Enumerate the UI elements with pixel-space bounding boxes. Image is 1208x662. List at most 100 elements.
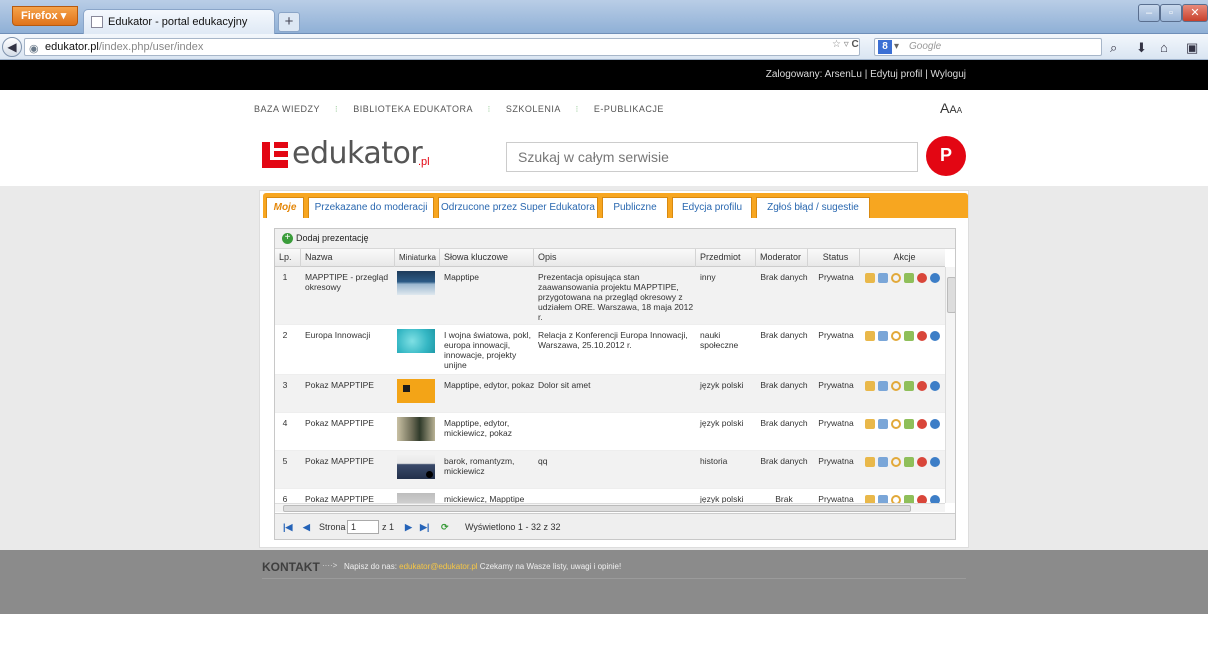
nav-szkolenia[interactable]: SZKOLENIA xyxy=(506,104,561,114)
info-icon[interactable] xyxy=(930,419,940,429)
close-window-button[interactable]: ✕ xyxy=(1182,4,1208,22)
site-search-input[interactable]: Szukaj w całym serwisie xyxy=(506,142,918,172)
col-status[interactable]: Status xyxy=(808,249,860,267)
edit-icon[interactable] xyxy=(904,495,914,503)
col-moderator[interactable]: Moderator xyxy=(756,249,808,267)
preview-icon[interactable] xyxy=(865,381,875,391)
edit-profile-link[interactable]: Edytuj profil xyxy=(870,69,922,80)
col-opis[interactable]: Opis xyxy=(534,249,696,267)
tab-publiczne[interactable]: Publiczne xyxy=(602,197,668,218)
thumbnail-image[interactable] xyxy=(397,329,435,353)
engine-dropdown-icon[interactable]: ▾ xyxy=(894,39,899,55)
edit-icon[interactable] xyxy=(904,457,914,467)
delete-icon[interactable] xyxy=(917,419,927,429)
info-icon[interactable] xyxy=(930,495,940,503)
nav-baza-wiedzy[interactable]: BAZA WIEDZY xyxy=(254,104,320,114)
search-icon[interactable] xyxy=(891,273,901,283)
preview-icon[interactable] xyxy=(865,495,875,503)
url-bar[interactable]: ◉ edukator.pl/index.php/user/index xyxy=(24,38,860,56)
export-icon[interactable] xyxy=(878,331,888,341)
browser-search-bar[interactable]: 8 ▾ Google xyxy=(874,38,1102,56)
thumbnail-image[interactable] xyxy=(397,379,435,403)
thumbnail-image[interactable] xyxy=(397,271,435,295)
add-icon[interactable]: + xyxy=(282,233,293,244)
tab-odrzucone[interactable]: Odrzucone przez Super Edukatora xyxy=(438,197,598,218)
export-icon[interactable] xyxy=(878,457,888,467)
horizontal-scrollbar[interactable] xyxy=(275,503,945,512)
delete-icon[interactable] xyxy=(917,381,927,391)
table-row[interactable]: 3 Pokaz MAPPTIPE Mapptipe, edytor, pokaz Do… xyxy=(275,375,945,413)
delete-icon[interactable] xyxy=(917,331,927,341)
prev-page-icon[interactable]: ◀ xyxy=(303,522,310,533)
info-icon[interactable] xyxy=(930,457,940,467)
downloads-icon[interactable]: ⬇ xyxy=(1136,40,1147,56)
first-page-icon[interactable]: |◀ xyxy=(283,522,292,533)
col-nazwa[interactable]: Nazwa xyxy=(301,249,395,267)
tab-zglos-blad[interactable]: Zgłoś błąd / sugestie xyxy=(756,197,870,218)
font-size-large[interactable]: A xyxy=(940,100,949,116)
browser-tab[interactable]: Edukator - portal edukacyjny xyxy=(83,9,275,34)
minimize-button[interactable]: – xyxy=(1138,4,1160,22)
preview-icon[interactable] xyxy=(865,419,875,429)
delete-icon[interactable] xyxy=(917,457,927,467)
font-size-small[interactable]: A xyxy=(957,106,962,115)
footer-email-link[interactable]: edukator@edukator.pl xyxy=(399,562,477,571)
bookmark-star-icon[interactable]: ☆ ▿ C xyxy=(832,39,859,50)
delete-icon[interactable] xyxy=(917,273,927,283)
export-icon[interactable] xyxy=(878,495,888,503)
search-icon[interactable] xyxy=(891,457,901,467)
edit-icon[interactable] xyxy=(904,419,914,429)
vertical-scrollbar[interactable] xyxy=(945,267,955,503)
tab-przekazane[interactable]: Przekazane do moderacji xyxy=(308,197,434,218)
search-icon[interactable] xyxy=(891,495,901,503)
addon-icon[interactable]: ▣ xyxy=(1186,40,1198,56)
table-row[interactable]: 1 MAPPTIPE - przegląd okresowy Mapptipe Pre… xyxy=(275,267,945,325)
col-slowa-kluczowe[interactable]: Słowa kluczowe xyxy=(440,249,534,267)
next-page-icon[interactable]: ▶ xyxy=(405,522,412,533)
last-page-icon[interactable]: ▶| xyxy=(420,522,429,533)
preview-icon[interactable] xyxy=(865,331,875,341)
preview-icon[interactable] xyxy=(865,457,875,467)
tab-edycja-profilu[interactable]: Edycja profilu xyxy=(672,197,752,218)
info-icon[interactable] xyxy=(930,273,940,283)
site-search-button[interactable]: P xyxy=(926,136,966,176)
export-icon[interactable] xyxy=(878,273,888,283)
info-icon[interactable] xyxy=(930,381,940,391)
export-icon[interactable] xyxy=(878,381,888,391)
page-number-input[interactable]: 1 xyxy=(347,520,379,534)
thumbnail-image[interactable] xyxy=(397,455,435,479)
firefox-menu-button[interactable]: Firefox ▾ xyxy=(12,6,78,26)
edit-icon[interactable] xyxy=(904,331,914,341)
back-button[interactable]: ◀ xyxy=(2,37,22,57)
thumbnail-image[interactable] xyxy=(397,417,435,441)
vertical-scroll-thumb[interactable] xyxy=(947,277,955,313)
table-row[interactable]: 2 Europa Innowacji I wojna światowa, pokl,… xyxy=(275,325,945,375)
font-size-medium[interactable]: A xyxy=(949,104,956,116)
table-row[interactable]: 5 Pokaz MAPPTIPE barok, romantyzm, mickiew… xyxy=(275,451,945,489)
horizontal-scroll-thumb[interactable] xyxy=(283,505,911,512)
home-icon[interactable]: ⌂ xyxy=(1160,40,1168,55)
export-icon[interactable] xyxy=(878,419,888,429)
nav-e-publikacje[interactable]: E-PUBLIKACJE xyxy=(594,104,664,114)
edit-icon[interactable] xyxy=(904,381,914,391)
refresh-icon[interactable]: ⟳ xyxy=(441,522,449,533)
col-miniaturka[interactable]: Miniaturka xyxy=(395,249,440,267)
new-tab-button[interactable]: + xyxy=(278,12,300,32)
maximize-button[interactable]: ▫ xyxy=(1160,4,1182,22)
table-row[interactable]: 6 Pokaz MAPPTIPE mickiewicz, Mapptipe język… xyxy=(275,489,945,503)
edit-icon[interactable] xyxy=(904,273,914,283)
tab-moje[interactable]: Moje xyxy=(266,197,304,218)
col-przedmiot[interactable]: Przedmiot xyxy=(696,249,756,267)
col-lp[interactable]: Lp. xyxy=(275,249,301,267)
search-icon[interactable] xyxy=(891,419,901,429)
col-akcje[interactable]: Akcje xyxy=(860,249,945,267)
preview-icon[interactable] xyxy=(865,273,875,283)
delete-icon[interactable] xyxy=(917,495,927,503)
search-icon[interactable] xyxy=(891,381,901,391)
table-row[interactable]: 4 Pokaz MAPPTIPE Mapptipe, edytor, mickiew… xyxy=(275,413,945,451)
add-presentation-button[interactable]: Dodaj prezentację xyxy=(296,233,369,243)
nav-biblioteka[interactable]: BIBLIOTEKA EDUKATORA xyxy=(353,104,472,114)
search-icon[interactable]: ⌕ xyxy=(1110,40,1117,56)
search-icon[interactable] xyxy=(891,331,901,341)
logout-link[interactable]: Wyloguj xyxy=(931,69,966,80)
